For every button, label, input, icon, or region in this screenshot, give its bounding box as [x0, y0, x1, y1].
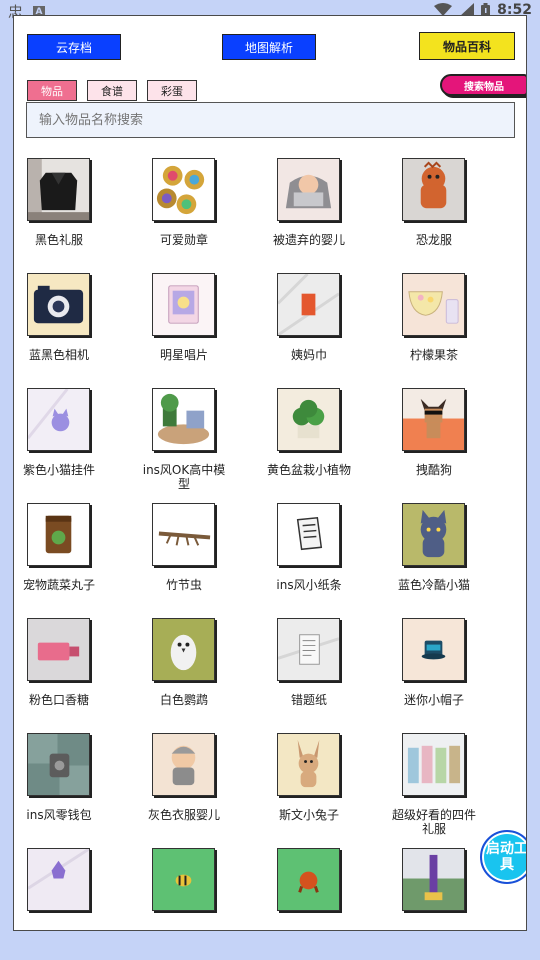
encyclopedia-button[interactable]: 物品百科 [419, 32, 515, 60]
item-name: 柠檬果茶 [409, 348, 458, 362]
abandoned-baby-icon [277, 158, 340, 221]
tab-recipes[interactable]: 食谱 [87, 80, 137, 101]
badges-icon [152, 158, 215, 221]
wrong-question-paper-icon [277, 618, 340, 681]
orange-bird-icon [277, 848, 340, 911]
item-name: ins风零钱包 [26, 808, 92, 822]
item-name: 蓝色冷酷小猫 [397, 578, 470, 592]
tab-items[interactable]: 物品 [27, 80, 77, 101]
cool-dog-icon [402, 388, 465, 451]
item-name: ins风小纸条 [276, 578, 342, 592]
dino-costume-icon [402, 158, 465, 221]
item-name: 黄色盆栽小植物 [266, 463, 351, 477]
pink-gum-icon [27, 618, 90, 681]
lemon-tea-icon [402, 273, 465, 336]
star-record-icon [152, 273, 215, 336]
item-name: 紫色小猫挂件 [22, 463, 95, 477]
item-name: 宠物蔬菜丸子 [22, 578, 95, 592]
tab-easter-eggs[interactable]: 彩蛋 [147, 80, 197, 101]
stick-insect-icon [152, 503, 215, 566]
item-name: ins风OK高中模型 [142, 463, 226, 491]
item-name: 错题纸 [290, 693, 327, 707]
black-dress-icon [27, 158, 90, 221]
item-name: 拽酷狗 [415, 463, 452, 477]
item-name: 蓝黑色相机 [28, 348, 89, 362]
school-model-icon [152, 388, 215, 451]
item-name: 迷你小帽子 [403, 693, 464, 707]
pad-icon [277, 273, 340, 336]
potted-plant-icon [277, 388, 340, 451]
purple-lamp-icon [402, 848, 465, 911]
camera-icon [27, 273, 90, 336]
paper-note-icon [277, 503, 340, 566]
map-parse-button[interactable]: 地图解析 [222, 34, 316, 60]
item-name: 灰色衣服婴儿 [147, 808, 220, 822]
item-name: 斯文小兔子 [278, 808, 339, 822]
gentle-bunny-icon [277, 733, 340, 796]
item-name: 明星唱片 [159, 348, 208, 362]
white-parrot-icon [152, 618, 215, 681]
four-dresses-icon [402, 733, 465, 796]
pet-food-icon [27, 503, 90, 566]
purple-gem-icon [27, 848, 90, 911]
item-name: 恐龙服 [415, 233, 452, 247]
search-input[interactable] [26, 102, 515, 138]
search-tag-badge: 搜索物品 [440, 74, 526, 96]
item-name: 超级好看的四件礼服 [391, 808, 476, 836]
purple-cat-charm-icon [27, 388, 90, 451]
item-name: 竹节虫 [165, 578, 202, 592]
item-name: 姨妈巾 [290, 348, 327, 362]
coin-purse-icon [27, 733, 90, 796]
item-name: 白色鹦鹉 [159, 693, 208, 707]
bee-icon [152, 848, 215, 911]
cloud-save-button[interactable]: 云存档 [27, 34, 121, 60]
mini-hat-icon [402, 618, 465, 681]
launch-tool-button[interactable]: 启动工具 [480, 830, 526, 884]
main-panel: 云存档 地图解析 物品百科 物品 食谱 彩蛋 搜索物品 黑色礼服 可爱勋章 被遗… [13, 15, 527, 931]
blue-cat-icon [402, 503, 465, 566]
item-name: 粉色口香糖 [28, 693, 89, 707]
item-name: 可爱勋章 [159, 233, 208, 247]
item-name: 黑色礼服 [34, 233, 83, 247]
grey-baby-icon [152, 733, 215, 796]
item-name: 被遗弃的婴儿 [272, 233, 345, 247]
